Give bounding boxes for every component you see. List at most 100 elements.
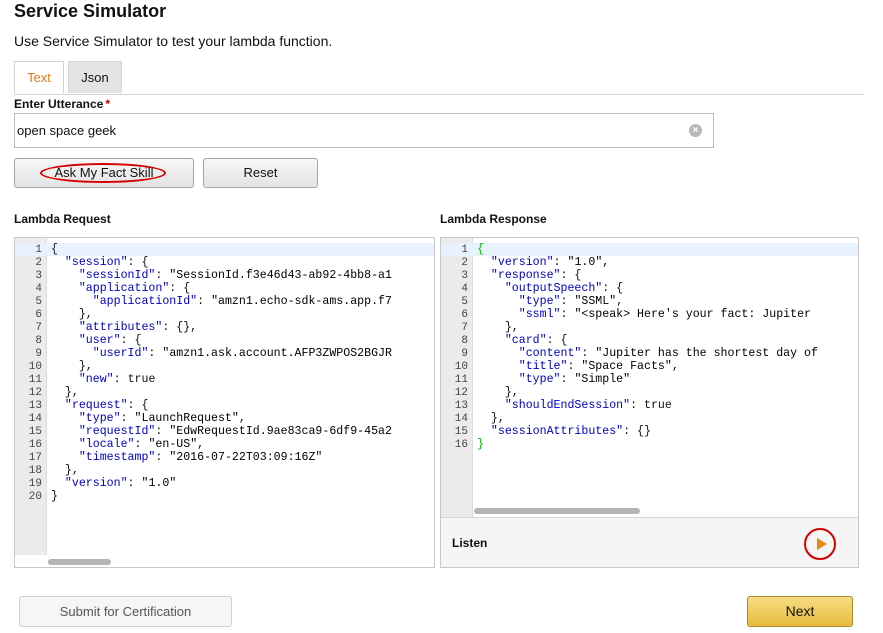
- response-code-line: 5 "type": "SSML",: [441, 295, 858, 308]
- request-code-line: 7 "attributes": {},: [15, 321, 434, 334]
- response-code-line: 11 "type": "Simple": [441, 373, 858, 386]
- response-line-number: 14: [454, 413, 468, 425]
- ask-skill-label: Ask My Fact Skill: [54, 165, 154, 180]
- request-line-number: 12: [28, 387, 42, 399]
- request-code-line: 8 "user": {: [15, 334, 434, 347]
- utterance-input[interactable]: [14, 113, 714, 148]
- request-code-text: },: [51, 308, 93, 321]
- response-code-text: "response": {: [490, 269, 582, 282]
- response-code-text: }: [477, 438, 484, 451]
- play-button[interactable]: [804, 528, 836, 560]
- reset-button[interactable]: Reset: [203, 158, 318, 188]
- request-lines: 1{2 "session": {3 "sessionId": "SessionI…: [15, 243, 434, 503]
- request-code-text: "session": {: [64, 256, 149, 269]
- response-line-number: 7: [461, 322, 468, 334]
- request-code-line: 12 },: [15, 386, 434, 399]
- request-code-line: 1{: [15, 243, 434, 256]
- response-line-number: 3: [461, 270, 468, 282]
- response-line-number: 16: [454, 439, 468, 451]
- response-code-text: "card": {: [504, 334, 568, 347]
- request-line-number: 14: [28, 413, 42, 425]
- submit-certification-button[interactable]: Submit for Certification: [19, 596, 232, 627]
- request-code-line: 19 "version": "1.0": [15, 477, 434, 490]
- clear-circle-icon[interactable]: ×: [689, 124, 702, 137]
- request-code-line: 6 },: [15, 308, 434, 321]
- response-line-number: 15: [454, 426, 468, 438]
- response-code-line: 2 "version": "1.0",: [441, 256, 858, 269]
- lambda-response-editor[interactable]: 1{2 "version": "1.0", 3 "response": {4 "o…: [440, 237, 859, 568]
- request-code-text: "version": "1.0": [64, 477, 177, 490]
- listen-bar: Listen: [441, 517, 858, 567]
- request-line-number: 9: [35, 348, 42, 360]
- request-line-number: 15: [28, 426, 42, 438]
- response-code-line: 9 "content": "Jupiter has the shortest d…: [441, 347, 858, 360]
- play-icon: [817, 538, 827, 550]
- request-line-number: 8: [35, 335, 42, 347]
- response-code-area[interactable]: 1{2 "version": "1.0", 3 "response": {4 "o…: [441, 238, 858, 517]
- utterance-label: Enter Utterance *: [14, 97, 110, 111]
- response-code-text: {: [477, 243, 484, 256]
- request-line-number: 13: [28, 400, 42, 412]
- request-code-line: 2 "session": {: [15, 256, 434, 269]
- request-code-line: 16 "locale": "en-US",: [15, 438, 434, 451]
- response-code-line: 10 "title": "Space Facts",: [441, 360, 858, 373]
- response-line-number: 2: [461, 257, 468, 269]
- response-code-line: 1{: [441, 243, 858, 256]
- request-code-text: },: [51, 386, 79, 399]
- response-code-text: "type": "SSML",: [518, 295, 624, 308]
- page-subtitle: Use Service Simulator to test your lambd…: [14, 33, 333, 49]
- request-code-line: 4 "application": {: [15, 282, 434, 295]
- request-code-text: "request": {: [64, 399, 149, 412]
- response-code-line: 16}: [441, 438, 858, 451]
- utterance-label-text: Enter Utterance: [14, 97, 104, 111]
- request-code-text: "type": "LaunchRequest",: [78, 412, 246, 425]
- request-code-text: "attributes": {},: [78, 321, 198, 334]
- lambda-request-label: Lambda Request: [14, 212, 111, 226]
- response-line-number: 13: [454, 400, 468, 412]
- request-code-text: {: [51, 243, 58, 256]
- response-line-number: 1: [461, 244, 468, 256]
- request-code-text: "timestamp": "2016-07-22T03:09:16Z": [78, 451, 323, 464]
- request-line-number: 4: [35, 283, 42, 295]
- request-code-text: }: [51, 490, 58, 503]
- request-code-text: "requestId": "EdwRequestId.9ae83ca9-6df9…: [78, 425, 392, 438]
- request-code-line: 5 "applicationId": "amzn1.echo-sdk-ams.a…: [15, 295, 434, 308]
- response-code-line: 12 },: [441, 386, 858, 399]
- lambda-response-label: Lambda Response: [440, 212, 547, 226]
- response-scrollbar[interactable]: [474, 508, 640, 514]
- request-scrollbar[interactable]: [48, 559, 111, 565]
- request-line-number: 19: [28, 478, 42, 490]
- response-code-text: "sessionAttributes": {}: [490, 425, 651, 438]
- request-code-area[interactable]: 1{2 "session": {3 "sessionId": "SessionI…: [15, 238, 434, 555]
- request-line-number: 18: [28, 465, 42, 477]
- response-line-number: 10: [454, 361, 468, 373]
- tab-json[interactable]: Json: [68, 61, 122, 93]
- ask-skill-button[interactable]: Ask My Fact Skill: [14, 158, 194, 188]
- response-code-text: "outputSpeech": {: [504, 282, 624, 295]
- tab-text[interactable]: Text: [14, 61, 64, 94]
- response-code-line: 6 "ssml": "<speak> Here's your fact: Jup…: [441, 308, 858, 321]
- response-code-line: 13 "shouldEndSession": true: [441, 399, 858, 412]
- request-line-number: 3: [35, 270, 42, 282]
- request-code-line: 3 "sessionId": "SessionId.f3e46d43-ab92-…: [15, 269, 434, 282]
- request-code-line: 11 "new": true: [15, 373, 434, 386]
- request-line-number: 16: [28, 439, 42, 451]
- request-line-number: 6: [35, 309, 42, 321]
- request-code-line: 18 },: [15, 464, 434, 477]
- input-mode-tabs: Text Json: [14, 61, 864, 95]
- request-code-text: "userId": "amzn1.ask.account.AFP3ZWPOS2B…: [92, 347, 392, 360]
- response-code-text: "content": "Jupiter has the shortest day…: [518, 347, 818, 360]
- next-button[interactable]: Next: [747, 596, 853, 627]
- response-line-number: 6: [461, 309, 468, 321]
- response-code-line: 3 "response": {: [441, 269, 858, 282]
- lambda-request-editor[interactable]: 1{2 "session": {3 "sessionId": "SessionI…: [14, 237, 435, 568]
- request-line-number: 11: [28, 374, 42, 386]
- response-code-text: },: [477, 386, 519, 399]
- response-code-text: },: [477, 321, 519, 334]
- request-line-number: 10: [28, 361, 42, 373]
- response-code-text: "shouldEndSession": true: [504, 399, 672, 412]
- response-code-text: },: [477, 412, 505, 425]
- request-code-line: 15 "requestId": "EdwRequestId.9ae83ca9-6…: [15, 425, 434, 438]
- request-code-text: "application": {: [78, 282, 191, 295]
- request-code-line: 20}: [15, 490, 434, 503]
